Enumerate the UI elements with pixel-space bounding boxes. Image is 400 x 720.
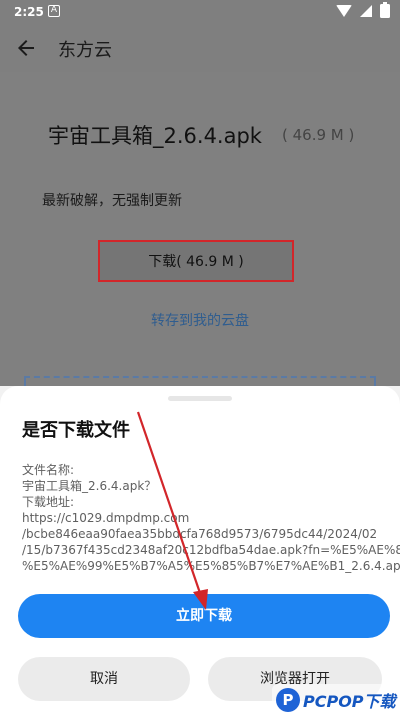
notification-icon: A bbox=[48, 5, 60, 17]
status-time: 2:25 bbox=[14, 5, 44, 19]
watermark-logo: P bbox=[276, 688, 300, 712]
page-title: 东方云 bbox=[58, 40, 112, 61]
download-dialog: 是否下载文件 文件名称: 宇宙工具箱_2.6.4.apk？ 下载地址: http… bbox=[0, 386, 400, 720]
cancel-button[interactable]: 取消 bbox=[18, 657, 190, 701]
dialog-file-name: 宇宙工具箱_2.6.4.apk？ bbox=[22, 479, 157, 493]
download-url-line: /bcbe846eaa90faea35bbdcfa768d9573/6795dc… bbox=[22, 527, 378, 541]
file-name: 宇宙工具箱_2.6.4.apk bbox=[48, 124, 262, 148]
arrow-left-icon[interactable] bbox=[14, 36, 38, 60]
download-url-line: %E5%AE%99%E5%B7%A5%E5%85%B7%E7%AE%B1_2.6… bbox=[22, 559, 400, 573]
download-now-button[interactable]: 立即下载 bbox=[18, 594, 390, 638]
download-button[interactable]: 下载( 46.9 M ) bbox=[98, 240, 294, 282]
download-url-line: /15/b7367f435cd2348af20c12bdfba54dae.apk… bbox=[22, 543, 400, 557]
download-button-label: 下载( 46.9 M ) bbox=[148, 254, 244, 270]
file-description: 最新破解，无强制更新 bbox=[42, 193, 182, 209]
download-url-label: 下载地址: bbox=[22, 495, 75, 509]
file-size: ( 46.9 M ) bbox=[282, 126, 355, 144]
dialog-info: 文件名称: 宇宙工具箱_2.6.4.apk？ 下载地址: https://c10… bbox=[22, 462, 400, 574]
watermark: P PCPOP下载 bbox=[272, 684, 400, 716]
watermark-text: PCPOP下载 bbox=[303, 692, 396, 711]
save-to-cloud-link[interactable]: 转存到我的云盘 bbox=[0, 310, 400, 330]
content-strip bbox=[24, 376, 376, 386]
wifi-icon bbox=[336, 5, 352, 17]
dialog-title: 是否下载文件 bbox=[22, 420, 130, 441]
status-icons bbox=[336, 2, 390, 18]
sheet-handle[interactable] bbox=[168, 396, 232, 401]
status-bar: 2:25 A bbox=[0, 0, 400, 24]
download-url-line: https://c1029.dmpdmp.com bbox=[22, 511, 190, 525]
file-detail-page: 宇宙工具箱_2.6.4.apk ( 46.9 M ) 最新破解，无强制更新 下载… bbox=[0, 72, 400, 386]
app-bar: 东方云 bbox=[0, 24, 400, 72]
cellular-icon bbox=[360, 5, 372, 17]
battery-icon bbox=[380, 2, 390, 18]
file-name-label: 文件名称: bbox=[22, 463, 75, 477]
